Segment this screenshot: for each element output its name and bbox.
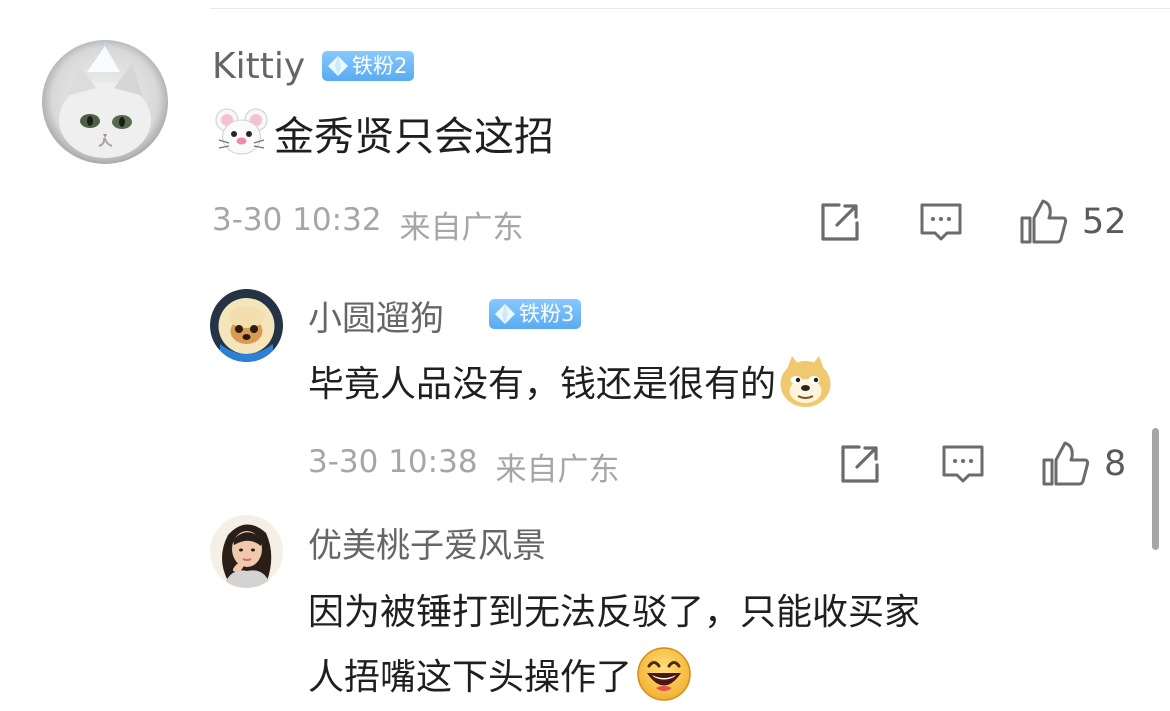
- comment-body: 毕竟人品没有，钱还是很有的: [308, 364, 777, 405]
- diamond-icon: [328, 56, 348, 76]
- mouse-face-icon: [215, 107, 268, 159]
- scrollbar[interactable]: [1152, 428, 1159, 550]
- comment-body-line-2: 人捂嘴这下头操作了: [308, 657, 633, 698]
- doge-face-icon: [778, 353, 833, 409]
- timestamp: 3-30 10:32: [212, 202, 382, 238]
- badge-label: 铁粉2: [352, 54, 408, 78]
- reply-button[interactable]: [918, 200, 964, 246]
- share-icon: [841, 445, 879, 483]
- location-text: 来自广东: [399, 210, 524, 246]
- comment-meta: 3-30 10:32 来自广东: [212, 202, 524, 247]
- fan-badge: 铁粉3: [489, 299, 582, 329]
- username-kittiy[interactable]: Kittiy: [212, 46, 305, 87]
- comment-icon: [920, 203, 962, 241]
- like-button[interactable]: 52: [1018, 198, 1127, 246]
- badge-label: 铁粉3: [519, 302, 575, 326]
- avatar-youmeitaoziaifengjing[interactable]: [210, 515, 283, 588]
- dog-avatar-image: [210, 289, 283, 362]
- username-xiaoyuanliugou[interactable]: 小圆遛狗: [308, 291, 444, 340]
- comment-text-line-2: 人捂嘴这下头操作了: [308, 646, 692, 702]
- timestamp: 3-30 10:38: [308, 444, 478, 480]
- like-icon: [1042, 441, 1090, 486]
- laughing-face-icon: [636, 646, 692, 702]
- comment-text: 金秀贤只会这招: [215, 107, 554, 160]
- avatar-kittiy[interactable]: [42, 40, 168, 164]
- comment-body-line-1: 因为被锤打到无法反驳了，只能收买家: [308, 592, 921, 633]
- cat-avatar-image: [42, 40, 168, 164]
- top-divider: [210, 8, 1170, 9]
- comment-icon: [942, 445, 984, 483]
- fan-badge: 铁粉2: [322, 51, 415, 81]
- comment-text: 毕竟人品没有，钱还是很有的: [308, 353, 833, 409]
- share-icon: [821, 203, 859, 241]
- comment-body: 金秀贤只会这招: [274, 114, 554, 160]
- reply-button[interactable]: [940, 442, 986, 488]
- username-youmeitaoziaifengjing[interactable]: 优美桃子爱风景: [308, 518, 546, 567]
- diamond-icon: [495, 304, 515, 324]
- avatar-xiaoyuanliugou[interactable]: [210, 289, 283, 362]
- comment-meta: 3-30 10:38 来自广东: [308, 444, 620, 489]
- location-text: 来自广东: [495, 452, 620, 488]
- girl-avatar-image: [210, 515, 283, 588]
- like-button[interactable]: 8: [1040, 440, 1126, 488]
- like-count: 8: [1104, 443, 1127, 484]
- share-button[interactable]: [838, 442, 882, 486]
- like-count: 52: [1082, 201, 1127, 242]
- like-icon: [1020, 199, 1068, 244]
- comment-text-line-1: 因为被锤打到无法反驳了，只能收买家: [308, 583, 920, 635]
- share-button[interactable]: [818, 200, 862, 244]
